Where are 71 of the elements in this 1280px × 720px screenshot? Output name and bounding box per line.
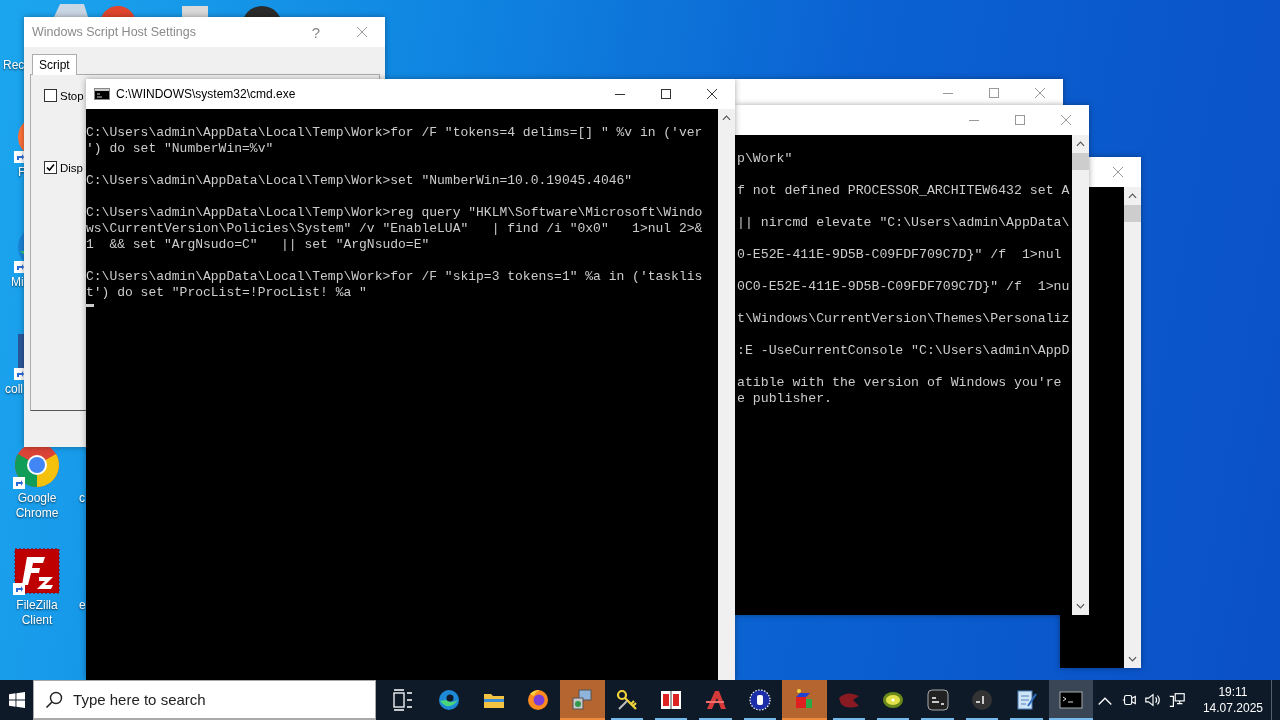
scroll-up-icon[interactable] (722, 115, 731, 121)
app-icon (703, 688, 728, 712)
icon-label[interactable]: Rec (3, 58, 25, 73)
console-line: t') do set "ProcList=!ProcList! %a " (86, 285, 368, 301)
console-line: C:\Users\admin\AppData\Local\Temp\Work>reg query "HKLM\Software\Microsoft\Windo (86, 205, 704, 221)
close-icon (1060, 114, 1072, 126)
scroll-down-icon[interactable] (1128, 656, 1137, 662)
console-line: f not defined PROCESSOR_ARCHITEW6432 set A (737, 183, 1071, 199)
volume-icon (1143, 691, 1162, 709)
close-icon (356, 26, 368, 38)
console-line: t\Windows\CurrentVersion\Themes\Personaliz (737, 311, 1071, 327)
console-line: :E -UseCurrentConsole "C:\Users\admin\AppD (737, 343, 1071, 359)
console-line: atible with the version of Windows you're (737, 375, 1063, 391)
search-icon (45, 691, 64, 709)
scrollbar[interactable] (718, 109, 735, 680)
network-icon (1167, 691, 1186, 709)
checkbox-label: Stop (60, 89, 84, 102)
icon-label[interactable]: Google Chrome (0, 491, 74, 521)
console-line: || nircmd elevate "C:\Users\admin\AppData\ (737, 215, 1071, 231)
app-icon (659, 688, 684, 712)
checkbox[interactable] (44, 161, 57, 174)
notepad-icon (1014, 688, 1039, 712)
taskbar-button[interactable] (1048, 680, 1093, 720)
terminal-icon (925, 688, 950, 712)
scrollbar[interactable] (1072, 135, 1089, 615)
console-line: 0-E52E-411E-9D5B-C09FDF709C7D}" /f 1>nul (737, 247, 1063, 263)
app-icon (748, 688, 772, 712)
browser-icon (437, 688, 462, 712)
terminal-icon (969, 688, 994, 712)
desktop-icon[interactable] (13, 447, 61, 489)
key-icon (614, 688, 639, 712)
scrollbar-thumb[interactable] (1072, 153, 1089, 170)
window-title: C:\WINDOWS\system32\cmd.exe (116, 87, 296, 101)
console-line: C:\Users\admin\AppData\Local\Temp\Work>for /F "skip=3 tokens=1" %a in ('tasklis (86, 269, 704, 285)
clock[interactable]: 19:11 14.07.2025 (1194, 680, 1271, 720)
console-line: e publisher. (737, 391, 833, 407)
search-field[interactable]: Type here to search (33, 680, 377, 720)
console-line: 0C0-E52E-411E-9D5B-C09FDF709C7D}" /f 1>nu (737, 279, 1071, 295)
close-icon (706, 88, 718, 100)
checkbox[interactable] (44, 89, 57, 102)
scroll-up-icon[interactable] (1128, 193, 1137, 199)
close-icon (1034, 87, 1046, 99)
close-icon (1112, 166, 1124, 178)
icon-label[interactable]: c (79, 491, 85, 506)
maximize-icon (988, 87, 1000, 99)
console-line: 1 && set "ArgNsudo=C" || set "ArgNsudo=E" (86, 237, 431, 253)
checkbox-label: Disp (60, 161, 83, 174)
windows-logo-icon (8, 692, 25, 708)
console-icon (94, 88, 110, 100)
terminal-icon (1058, 688, 1083, 712)
console-line: p\Work" (737, 151, 794, 167)
browser-icon (526, 688, 551, 712)
icon-label[interactable]: e (79, 598, 86, 613)
desktop-icon[interactable] (13, 547, 61, 595)
maximize-icon (1014, 114, 1026, 126)
console-line: C:\Users\admin\AppData\Local\Temp\Work>for /F "tokens=4 delims=[] " %v in ('ver (86, 125, 704, 141)
console-line: ws\CurrentVersion\Policies\System" /v "EnableLUA" | find /i "0x0" 1>nul 2>& (86, 221, 704, 237)
tab[interactable]: Script (32, 54, 77, 75)
scroll-up-icon[interactable] (1076, 141, 1085, 147)
icon-label[interactable]: FileZilla Client (0, 598, 74, 628)
computer-icon (570, 688, 595, 712)
icon-label[interactable]: Mi (11, 275, 24, 290)
help-button[interactable]: ? (293, 17, 339, 47)
scrollbar-thumb[interactable] (1124, 205, 1141, 222)
console-line: C:\Users\admin\AppData\Local\Temp\Work>set "NumberWin=10.0.19045.4046" (86, 173, 634, 189)
scrollbar[interactable] (1124, 187, 1141, 668)
icon-label[interactable]: coll (5, 382, 23, 397)
window-title: Windows Script Host Settings (31, 25, 196, 39)
console-line: ') do set "NumberWin=%v" (86, 141, 275, 157)
scroll-down-icon[interactable] (1076, 603, 1085, 609)
maximize-icon (660, 88, 672, 100)
